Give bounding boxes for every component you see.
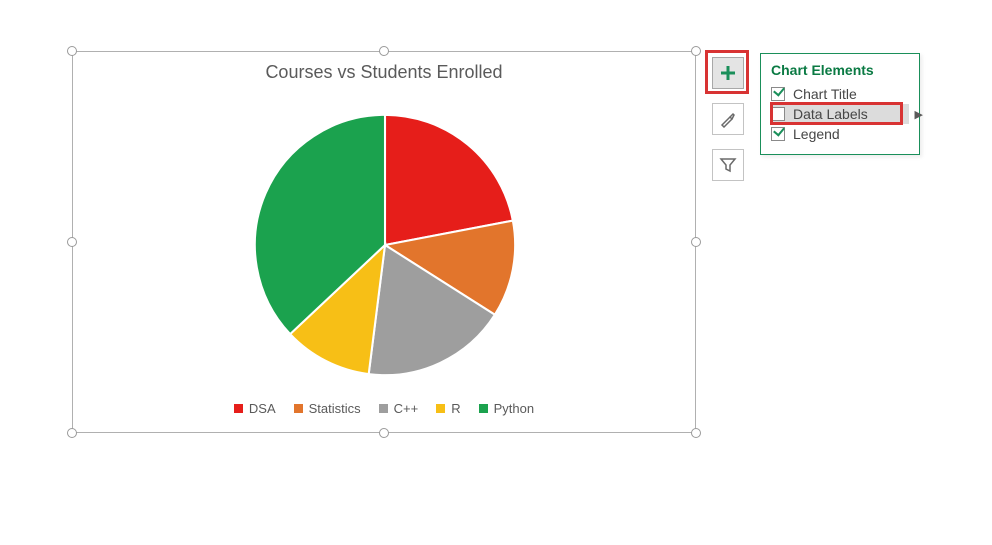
legend-swatch: [234, 404, 243, 413]
checkbox[interactable]: [771, 127, 785, 141]
resize-handle[interactable]: [691, 237, 701, 247]
chart-legend[interactable]: DSA Statistics C++ R Python: [73, 401, 695, 416]
resize-handle[interactable]: [67, 46, 77, 56]
legend-label: Python: [494, 401, 534, 416]
resize-handle[interactable]: [67, 428, 77, 438]
flyout-item-label: Chart Title: [793, 86, 857, 102]
flyout-item-legend[interactable]: Legend: [771, 124, 909, 144]
chart-elements-button[interactable]: [712, 57, 744, 89]
legend-swatch: [379, 404, 388, 413]
chart-title[interactable]: Courses vs Students Enrolled: [73, 52, 695, 83]
legend-label: DSA: [249, 401, 276, 416]
checkbox[interactable]: [771, 107, 785, 121]
chart-elements-flyout: Chart Elements Chart TitleData Labels▶Le…: [760, 53, 920, 155]
legend-item[interactable]: R: [436, 401, 460, 416]
chart-styles-button[interactable]: [712, 103, 744, 135]
checkbox[interactable]: [771, 87, 785, 101]
resize-handle[interactable]: [379, 428, 389, 438]
legend-label: C++: [394, 401, 419, 416]
legend-item[interactable]: DSA: [234, 401, 276, 416]
resize-handle[interactable]: [67, 237, 77, 247]
chart-filters-button[interactable]: [712, 149, 744, 181]
legend-swatch: [479, 404, 488, 413]
legend-swatch: [436, 404, 445, 413]
funnel-icon: [719, 156, 737, 174]
brush-icon: [719, 110, 737, 128]
chevron-right-icon[interactable]: ▶: [915, 108, 923, 121]
resize-handle[interactable]: [691, 428, 701, 438]
legend-swatch: [294, 404, 303, 413]
chart-area[interactable]: Courses vs Students Enrolled DSA Statisti…: [72, 51, 696, 433]
resize-handle[interactable]: [379, 46, 389, 56]
chart-side-buttons: [712, 57, 744, 181]
legend-label: R: [451, 401, 460, 416]
flyout-item-data-labels[interactable]: Data Labels▶: [771, 104, 909, 124]
flyout-item-label: Legend: [793, 126, 840, 142]
flyout-item-label: Data Labels: [793, 106, 868, 122]
legend-label: Statistics: [309, 401, 361, 416]
legend-item[interactable]: Python: [479, 401, 534, 416]
plus-icon: [719, 64, 737, 82]
flyout-title: Chart Elements: [771, 62, 909, 78]
legend-item[interactable]: Statistics: [294, 401, 361, 416]
pie-chart[interactable]: [248, 108, 522, 382]
legend-item[interactable]: C++: [379, 401, 419, 416]
flyout-item-chart-title[interactable]: Chart Title: [771, 84, 909, 104]
resize-handle[interactable]: [691, 46, 701, 56]
